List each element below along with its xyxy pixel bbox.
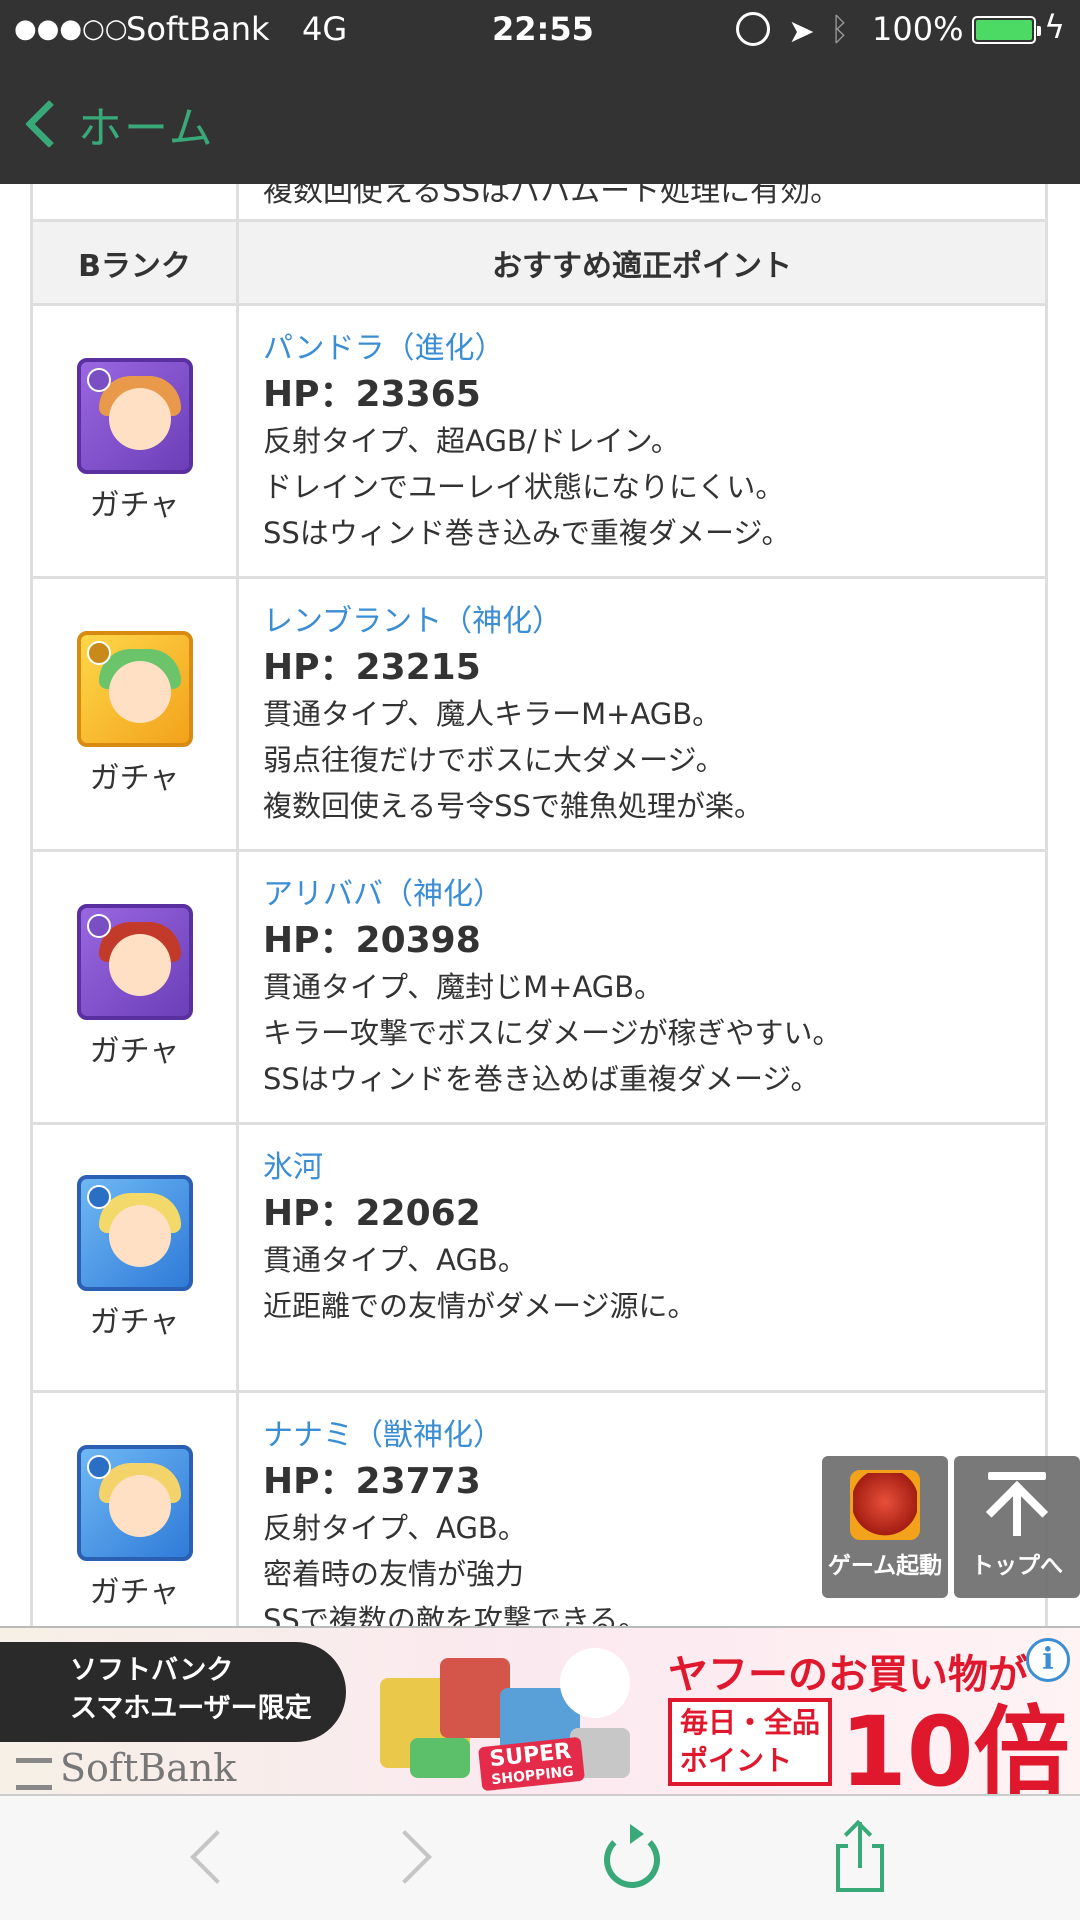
- signal-strength-icon: ●●●○○: [14, 14, 128, 44]
- status-time: 22:55: [492, 10, 594, 48]
- table-header-row: Bランク おすすめ適正ポイント: [33, 222, 1045, 306]
- table-row: 複数回使えるSSはバハムート処理に有効。: [33, 184, 1045, 222]
- charging-bolt-icon: ϟ: [1044, 8, 1066, 46]
- ranking-table: 複数回使えるSSはバハムート処理に有効。 Bランク おすすめ適正ポイント ガチャ…: [30, 184, 1048, 1626]
- description-line: ドレインでユーレイ状態になりにくい。: [263, 470, 785, 504]
- character-cell: ガチャ: [33, 579, 239, 849]
- back-to-home-button[interactable]: ホーム: [20, 92, 215, 156]
- status-bar: SoftBank ●●●○○ 4G 22:55 ➤ ᛒ 100% ϟ: [0, 0, 1080, 60]
- points-cell: レンブラント（神化） HP：23215 貫通タイプ、魔人キラーM+AGB。 弱点往復だ…: [239, 579, 1045, 849]
- source-label: ガチャ: [89, 1575, 180, 1610]
- back-icon[interactable]: [174, 1822, 246, 1894]
- points-cell: パンドラ（進化） HP：23365 反射タイプ、超AGB/ドレイン。ドレインでユーレ…: [239, 306, 1045, 576]
- ad-banner[interactable]: ソフトバンク スマホユーザー限定 SoftBank SUPER SHOPPING…: [0, 1626, 1080, 1794]
- character-name-link[interactable]: レンブラント（神化）: [263, 599, 1021, 645]
- character-avatar[interactable]: [76, 1174, 193, 1291]
- description-line: 貫通タイプ、魔封じM+AGB。: [263, 970, 664, 1004]
- hp-value: HP：22062: [263, 1193, 481, 1234]
- source-label: ガチャ: [89, 1304, 180, 1340]
- chevron-left-icon: [24, 99, 74, 149]
- description-line: 反射タイプ、超AGB/ドレイン。: [263, 424, 680, 458]
- character-cell: ガチャ: [33, 306, 239, 576]
- cut-off-text: 複数回使えるSSはバハムート処理に有効。: [263, 184, 841, 209]
- description-line: 複数回使える号令SSで雑魚処理が楽。: [263, 789, 763, 823]
- character-name-link[interactable]: アリババ（神化）: [263, 872, 1021, 918]
- hp-value: HP：23215: [263, 647, 481, 688]
- description-line: 貫通タイプ、魔人キラーM+AGB。: [263, 697, 722, 731]
- ad-box-line2: ポイント: [680, 1744, 793, 1777]
- character-cell: ガチャ: [33, 852, 239, 1122]
- ad-info-icon[interactable]: i: [1026, 1638, 1070, 1682]
- ad-points-box: 毎日・全品 ポイント: [668, 1698, 833, 1786]
- hp-value: HP：20398: [263, 920, 481, 961]
- character-name-link[interactable]: ナナミ（獣神化）: [263, 1413, 1021, 1459]
- source-label: ガチャ: [89, 761, 180, 796]
- battery-percent: 100%: [872, 10, 964, 48]
- character-name-link[interactable]: 氷河: [263, 1145, 1021, 1191]
- character-name-link[interactable]: パンドラ（進化）: [263, 326, 1021, 372]
- arrow-up-icon: [982, 1468, 1052, 1544]
- table-row: ガチャ レンブラント（神化） HP：23215 貫通タイプ、魔人キラーM+AGB。 弱点…: [33, 579, 1045, 852]
- game-launch-label: ゲーム起動: [827, 1553, 943, 1579]
- description-line: 近距離での友情がダメージ源に。: [263, 1289, 697, 1323]
- reload-icon[interactable]: [596, 1822, 668, 1894]
- ad-big-number: 10倍: [840, 1696, 1070, 1794]
- share-icon[interactable]: [824, 1819, 896, 1894]
- back-label: ホーム: [78, 103, 215, 154]
- hp-value: HP：23365: [263, 374, 481, 415]
- description-line: SSはウィンド巻き込みで重複ダメージ。: [263, 516, 791, 550]
- points-header: おすすめ適正ポイント: [492, 248, 792, 284]
- battery-icon: [972, 16, 1041, 44]
- points-cell: アリババ（神化） HP：20398 貫通タイプ、魔封じM+AGB。キラー攻撃でボスに…: [239, 852, 1045, 1122]
- content-area[interactable]: 複数回使えるSSはバハムート処理に有効。 Bランク おすすめ適正ポイント ガチャ…: [0, 184, 1080, 1626]
- description-line: 弱点往復だけでボスに大ダメージ。: [263, 743, 725, 777]
- monster-icon: [850, 1470, 920, 1540]
- description-line: SSで複数の敵を攻撃できる。: [263, 1603, 648, 1626]
- source-label: ガチャ: [89, 488, 180, 523]
- ad-left-line1: ソフトバンク: [70, 1655, 234, 1686]
- game-launch-button[interactable]: ゲーム起動: [822, 1456, 948, 1598]
- character-cell: ガチャ: [33, 1393, 239, 1626]
- rank-header: Bランク: [33, 222, 239, 303]
- carrier-label: SoftBank: [126, 10, 270, 48]
- description-line: SSはウィンドを巻き込めば重複ダメージ。: [263, 1062, 820, 1096]
- bluetooth-icon: ᛒ: [830, 10, 850, 48]
- table-row: ガチャ 氷河 HP：22062 貫通タイプ、AGB。近距離での友情がダメージ源に。: [33, 1125, 1045, 1393]
- points-cell: 氷河 HP：22062 貫通タイプ、AGB。近距離での友情がダメージ源に。: [239, 1125, 1045, 1390]
- character-avatar[interactable]: [76, 631, 193, 747]
- ad-brand-logo: SoftBank: [15, 1746, 237, 1790]
- back-to-top-label: トップへ: [971, 1553, 1063, 1579]
- source-label: ガチャ: [89, 1034, 180, 1069]
- forward-icon[interactable]: [378, 1822, 450, 1894]
- description-line: キラー攻撃でボスにダメージが稼ぎやすい。: [263, 1016, 842, 1050]
- browser-toolbar: [0, 1794, 1080, 1920]
- ad-left-line2: スマホユーザー限定: [70, 1693, 312, 1724]
- app-header: SoftBank ●●●○○ 4G 22:55 ➤ ᛒ 100% ϟ ホーム: [0, 0, 1080, 184]
- network-type: 4G: [302, 10, 348, 48]
- character-avatar[interactable]: [76, 904, 193, 1020]
- orientation-lock-icon: [736, 12, 770, 46]
- ad-box-line1: 毎日・全品: [680, 1706, 821, 1739]
- character-cell: ガチャ: [33, 1125, 239, 1390]
- ad-left-panel: ソフトバンク スマホユーザー限定: [0, 1642, 346, 1742]
- character-avatar[interactable]: [76, 358, 193, 474]
- description-line: 貫通タイプ、AGB。: [263, 1243, 527, 1277]
- table-row: ガチャ パンドラ（進化） HP：23365 反射タイプ、超AGB/ドレイン。ドレインで…: [33, 306, 1045, 579]
- character-avatar[interactable]: [76, 1445, 193, 1561]
- back-to-top-button[interactable]: トップへ: [954, 1456, 1080, 1598]
- location-arrow-icon: ➤: [788, 12, 815, 50]
- table-row: ガチャ アリババ（神化） HP：20398 貫通タイプ、魔封じM+AGB。キラー攻撃で…: [33, 852, 1045, 1125]
